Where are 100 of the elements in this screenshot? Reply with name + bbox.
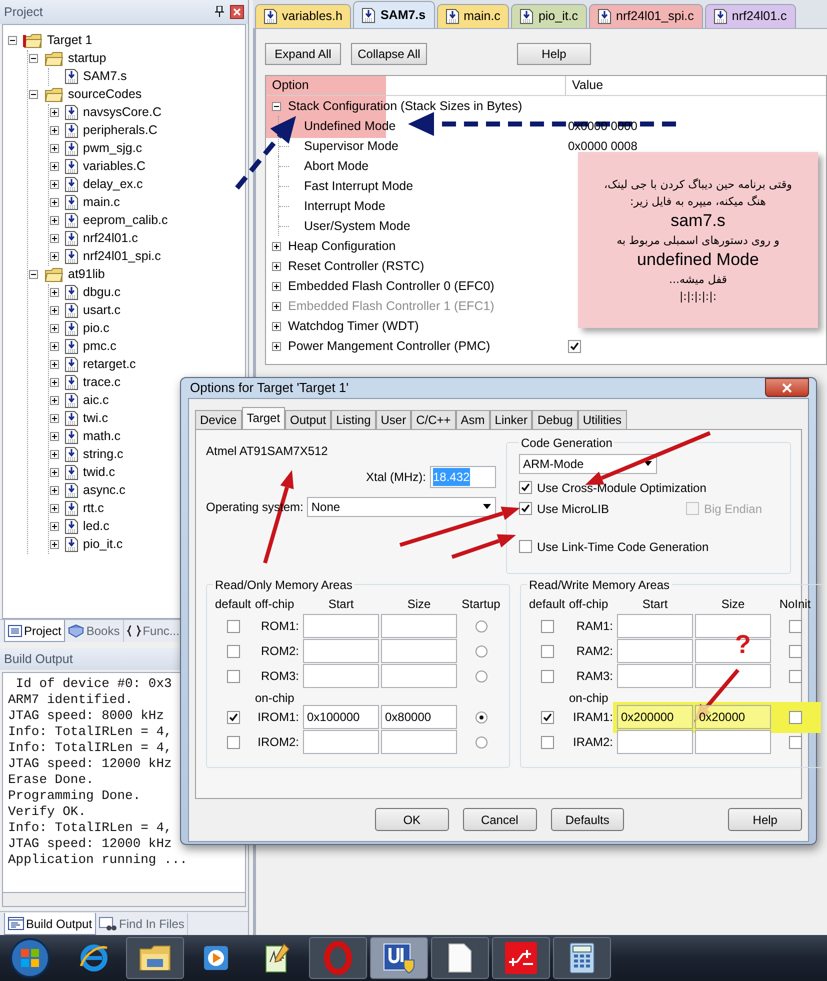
checkbox-label[interactable]: Use Cross-Module Optimization [537,478,706,496]
expand-icon[interactable] [50,162,59,172]
expand-icon[interactable] [50,216,59,226]
dialog-tab[interactable]: C/C++ [411,410,456,428]
option-label[interactable]: Stack Configuration (Stack Sizes in Bytes) [288,96,522,116]
option-label[interactable]: Abort Mode [304,156,369,176]
expand-icon[interactable] [272,342,281,350]
dialog-tab[interactable]: Output [285,410,332,428]
expand-icon[interactable] [50,234,59,244]
taskbar-button[interactable] [370,937,428,979]
expand-icon[interactable] [50,144,59,154]
tree-item[interactable]: eeprom_calib.c [83,211,168,230]
checkbox[interactable] [226,736,240,748]
expand-icon[interactable] [50,540,59,550]
tree-item[interactable]: twi.c [83,409,108,428]
checkbox[interactable] [226,710,240,724]
tree-item[interactable]: string.c [83,445,124,464]
tree-item[interactable]: trace.c [83,373,121,392]
option-label[interactable]: Undefined Mode [304,116,396,136]
expand-icon[interactable] [50,378,59,388]
dropdown[interactable]: ARM-Mode [519,454,657,474]
expand-icon[interactable] [50,180,59,190]
option-label[interactable]: User/System Mode [304,216,410,236]
expand-icon[interactable] [50,450,59,460]
panel-tab[interactable]: Project [4,620,66,642]
checkbox[interactable] [540,644,554,658]
checkbox[interactable] [540,620,554,632]
tree-item[interactable]: sourceCodes [68,85,142,104]
column-header[interactable]: Option [266,76,566,95]
pin-icon[interactable] [215,6,224,18]
dialog-tab[interactable]: Linker [490,410,532,428]
dialog-button[interactable]: Cancel [462,808,536,831]
tree-item[interactable]: twid.c [83,463,115,482]
checkbox[interactable] [540,736,554,748]
expand-icon[interactable] [50,306,59,316]
checkbox[interactable] [519,540,532,553]
radio-button[interactable] [474,644,488,658]
expand-icon[interactable] [50,522,59,532]
tree-item[interactable]: pwm_sjg.c [83,139,142,158]
editor-tab[interactable]: main.c [436,4,510,28]
expand-icon[interactable] [50,288,59,298]
expand-icon[interactable] [50,324,59,334]
input-field[interactable]: 0x20000 [695,705,771,729]
tree-item[interactable]: navsysCore.C [83,103,162,122]
toolbar-button[interactable]: Expand All [265,43,341,65]
editor-tab[interactable]: pio_it.c [511,4,588,28]
input-field[interactable]: 0x200000 [617,705,693,729]
expand-icon[interactable] [272,282,281,290]
collapse-icon[interactable] [29,270,38,280]
option-label[interactable]: Reset Controller (RSTC) [288,256,424,276]
editor-tab[interactable]: SAM7.s [353,1,435,28]
checkbox[interactable] [226,670,240,682]
tree-item[interactable]: startup [68,49,106,68]
option-value[interactable]: 0x0000 0008 [568,137,638,155]
checkbox[interactable] [519,481,532,494]
tree-item[interactable]: pio_it.c [83,535,123,554]
dialog-tab[interactable]: Listing [331,410,376,428]
input-field[interactable] [617,614,693,638]
tree-item[interactable]: dbgu.c [83,283,121,302]
tree-item[interactable]: async.c [83,481,126,500]
checkbox[interactable] [788,670,802,682]
checkbox[interactable] [788,710,802,724]
input-field[interactable] [617,664,693,688]
taskbar-button[interactable] [126,937,184,979]
option-label[interactable]: Heap Configuration [288,236,396,256]
expand-icon[interactable] [50,342,59,352]
editor-tab[interactable]: variables.h [255,4,352,28]
expand-icon[interactable] [50,252,59,262]
tree-item[interactable]: pio.c [83,319,110,338]
editor-tab[interactable]: nrf24l01_spi.c [589,4,703,28]
close-button[interactable] [765,378,809,397]
option-label[interactable]: Fast Interrupt Mode [304,176,414,196]
option-label[interactable]: Embedded Flash Controller 0 (EFC0) [288,276,494,296]
input-field[interactable] [381,730,457,754]
tree-item[interactable]: pmc.c [83,337,116,356]
checkbox[interactable] [226,644,240,658]
input-field[interactable] [303,639,379,663]
checkbox-label[interactable]: Use MicroLIB [537,500,610,518]
tree-item[interactable]: at91lib [68,265,105,284]
input-field[interactable] [381,639,457,663]
expand-icon[interactable] [50,198,59,208]
dialog-tab[interactable]: Asm [456,410,490,428]
option-label[interactable]: Watchdog Timer (WDT) [288,316,419,336]
panel-tab[interactable]: Books [65,620,124,642]
tree-item[interactable]: SAM7.s [83,67,127,86]
radio-button[interactable] [474,736,488,748]
input-field[interactable] [695,664,771,688]
expand-icon[interactable] [50,396,59,406]
collapse-icon[interactable] [272,102,281,110]
input-field[interactable] [617,730,693,754]
tree-item[interactable]: Target 1 [47,31,92,50]
dialog-tab[interactable]: Utilities [578,410,627,428]
checkbox[interactable] [788,644,802,658]
collapse-icon[interactable] [29,54,38,64]
input-field[interactable] [381,664,457,688]
input-field[interactable]: 0x100000 [303,705,379,729]
tree-item[interactable]: retarget.c [83,355,136,374]
input-field[interactable] [381,614,457,638]
panel-tab[interactable]: Build Output [4,913,96,935]
tree-item[interactable]: math.c [83,427,121,446]
